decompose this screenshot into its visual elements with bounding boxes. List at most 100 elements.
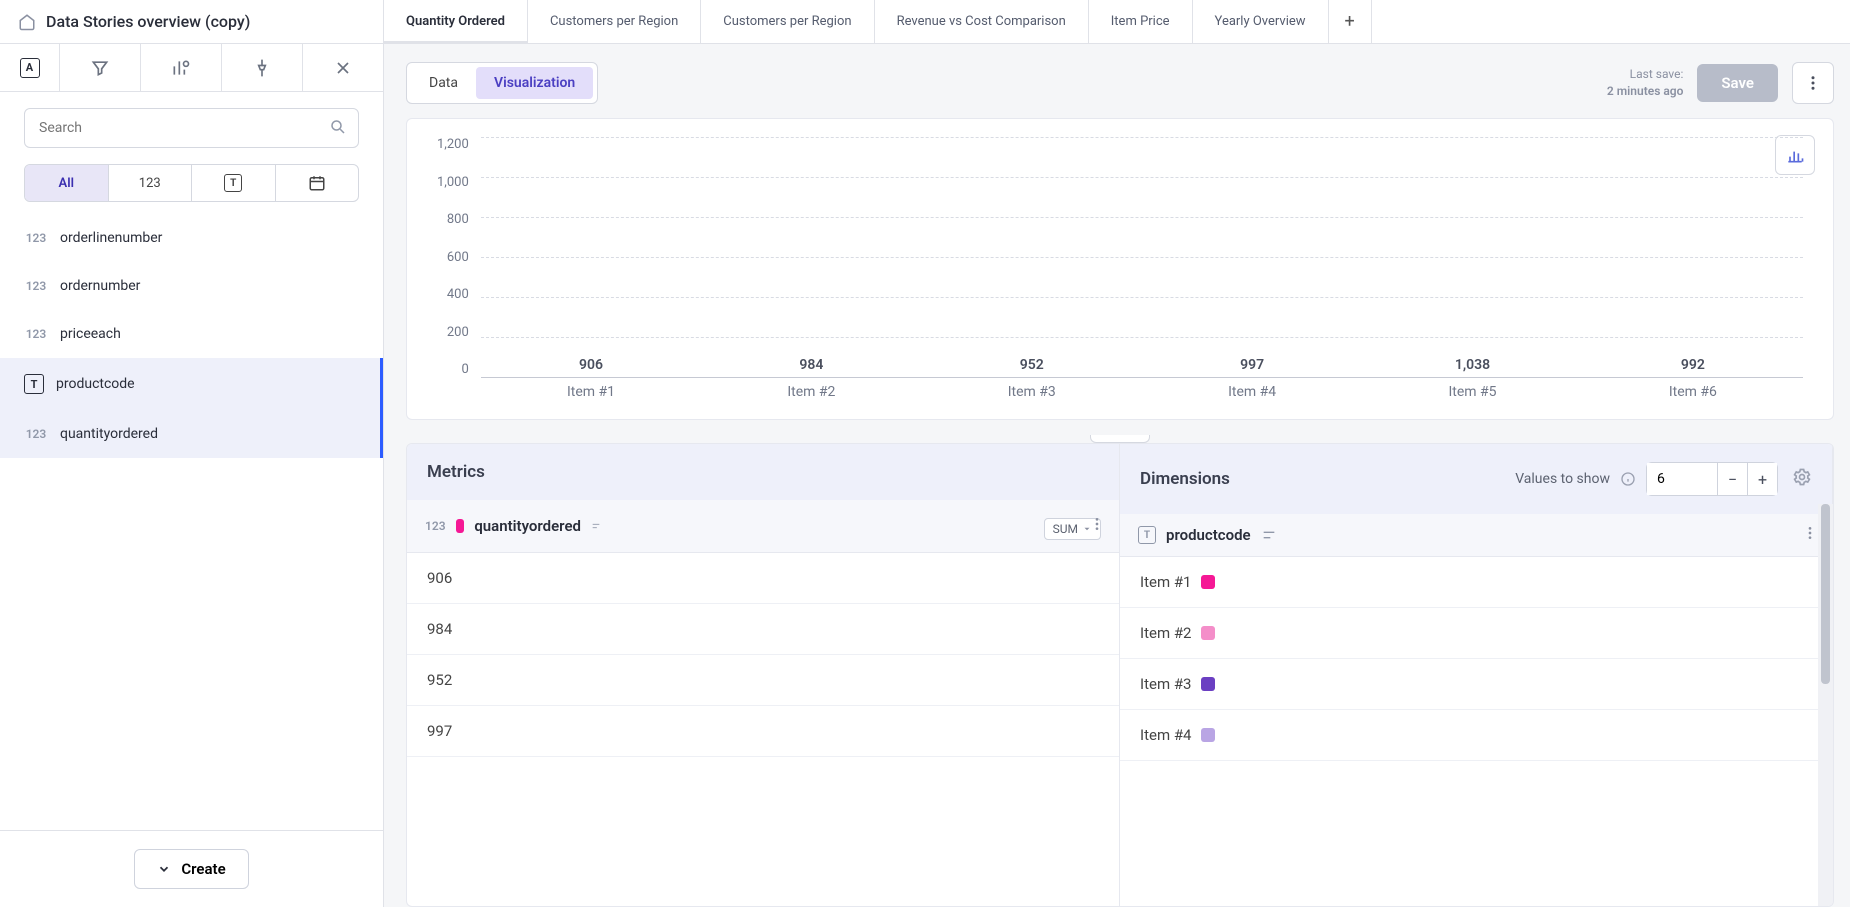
metrics-column: Metrics 123 quantityordered SUM <box>407 444 1120 906</box>
numeric-type-icon: 123 <box>24 231 48 245</box>
last-save-ago: 2 minutes ago <box>1607 83 1683 100</box>
tab[interactable]: Quantity Ordered <box>384 0 528 43</box>
type-filter-all[interactable]: All <box>25 165 109 201</box>
dimension-kebab[interactable] <box>1802 525 1818 545</box>
settings-lines-icon <box>1261 527 1277 543</box>
metric-value-row[interactable]: 952 <box>407 655 1119 706</box>
dimension-value-label: Item #3 <box>1140 675 1191 693</box>
tabs-row: Quantity OrderedCustomers per RegionCust… <box>384 0 1372 43</box>
field-item[interactable]: Tproductcode <box>0 358 383 410</box>
more-button[interactable] <box>1792 62 1834 104</box>
x-tick-label: Item #5 <box>1362 384 1582 400</box>
bar[interactable]: 997 <box>1142 357 1362 377</box>
save-button[interactable]: Save <box>1697 64 1778 102</box>
dimension-value-row[interactable]: Item #1 <box>1120 557 1832 608</box>
x-tick-label: Item #4 <box>1142 384 1362 400</box>
tab[interactable]: Yearly Overview <box>1193 0 1329 43</box>
mode-toggle: Data Visualization <box>406 62 598 104</box>
type-filter-numeric[interactable]: 123 <box>109 165 193 201</box>
x-axis-labels: Item #1Item #2Item #3Item #4Item #5Item … <box>481 377 1803 407</box>
content: Data Visualization Last save: 2 minutes … <box>384 44 1850 907</box>
dimension-field-row[interactable]: T productcode <box>1120 514 1832 557</box>
bar-value-label: 984 <box>799 357 823 373</box>
field-item[interactable]: 123 orderlinenumber <box>0 214 383 262</box>
metric-field-row[interactable]: 123 quantityordered SUM <box>407 500 1119 553</box>
stepper-decrease[interactable]: − <box>1717 463 1747 495</box>
bar[interactable]: 1,038 <box>1362 357 1582 377</box>
field-item[interactable]: 123priceeach <box>0 310 383 358</box>
mode-visualization-button[interactable]: Visualization <box>476 67 593 99</box>
tab[interactable]: Customers per Region <box>701 0 874 43</box>
mode-data-button[interactable]: Data <box>411 67 476 99</box>
field-name: productcode <box>56 376 135 392</box>
text-type-icon: T <box>24 374 44 394</box>
dimension-value-row[interactable]: Item #4 <box>1120 710 1832 761</box>
sidebar-toolbar: A <box>0 44 383 92</box>
stepper-increase[interactable]: + <box>1747 463 1777 495</box>
bar[interactable]: 952 <box>922 357 1142 377</box>
chart-settings-icon[interactable] <box>141 44 222 91</box>
search-input[interactable] <box>24 108 359 148</box>
bar[interactable]: 984 <box>701 357 921 377</box>
numeric-type-icon: 123 <box>24 279 48 293</box>
aggregation-label: SUM <box>1053 522 1078 536</box>
close-icon[interactable] <box>303 44 383 91</box>
tab[interactable]: Customers per Region <box>528 0 701 43</box>
field-name: quantityordered <box>60 426 158 442</box>
last-save-label: Last save: <box>1607 66 1683 83</box>
field-item[interactable]: 123 ordernumber <box>0 262 383 310</box>
filter-icon[interactable] <box>60 44 141 91</box>
bar-value-label: 997 <box>1240 357 1264 373</box>
pin-icon[interactable] <box>222 44 303 91</box>
resize-handle[interactable] <box>1090 435 1150 443</box>
x-tick-label: Item #3 <box>922 384 1142 400</box>
metrics-title: Metrics <box>427 462 485 482</box>
chart-plot: 1,2001,0008006004002000 906 984 952 997 1,03… <box>437 137 1803 407</box>
metric-color-swatch <box>456 519 465 533</box>
create-button[interactable]: Create <box>134 849 248 889</box>
topbar: Data Stories overview (copy) Quantity Or… <box>0 0 1850 44</box>
text-type-icon: T <box>1138 526 1156 544</box>
x-tick-label: Item #2 <box>701 384 921 400</box>
scrollbar[interactable] <box>1818 504 1833 906</box>
metric-value-row[interactable]: 984 <box>407 604 1119 655</box>
y-axis: 1,2001,0008006004002000 <box>437 137 481 407</box>
type-filter-text[interactable]: T <box>192 165 276 201</box>
gear-icon[interactable] <box>1792 467 1812 491</box>
content-topbar: Data Visualization Last save: 2 minutes … <box>406 62 1834 104</box>
chevron-down-icon <box>157 862 171 876</box>
sidebar-footer: Create <box>0 830 383 907</box>
field-item[interactable]: 123quantityordered <box>0 410 383 458</box>
data-panel: Metrics 123 quantityordered SUM <box>406 443 1834 907</box>
breadcrumb-title: Data Stories overview (copy) <box>46 12 250 31</box>
scrollbar-thumb[interactable] <box>1821 504 1830 684</box>
metrics-header: Metrics <box>407 444 1119 500</box>
bar[interactable]: 992 <box>1583 357 1803 377</box>
field-name: ordernumber <box>60 278 140 294</box>
add-tab-button[interactable]: + <box>1329 0 1372 43</box>
sidebar: A All 123 T 123 orderlinenumber 123 ordernu… <box>0 44 384 907</box>
breadcrumb[interactable]: Data Stories overview (copy) <box>0 0 384 43</box>
dimension-color-swatch <box>1201 728 1215 742</box>
tab[interactable]: Item Price <box>1089 0 1193 43</box>
values-input[interactable] <box>1647 463 1717 495</box>
metric-value-row[interactable]: 997 <box>407 706 1119 757</box>
bar[interactable]: 906 <box>481 357 701 377</box>
field-name: priceeach <box>60 326 121 342</box>
field-name: orderlinenumber <box>60 230 162 246</box>
tab[interactable]: Revenue vs Cost Comparison <box>875 0 1089 43</box>
dimension-value-label: Item #1 <box>1140 573 1191 591</box>
create-label: Create <box>181 860 225 878</box>
metric-values: 906984952997 <box>407 553 1119 757</box>
metric-kebab[interactable] <box>1089 516 1105 536</box>
info-icon[interactable] <box>1620 471 1636 487</box>
dimension-value-label: Item #2 <box>1140 624 1191 642</box>
letter-a-icon[interactable]: A <box>0 44 60 91</box>
bars-area: 906 984 952 997 1,038992 Item #1Item #2Item … <box>481 137 1803 407</box>
dimension-value-row[interactable]: Item #3 <box>1120 659 1832 710</box>
metric-value-row[interactable]: 906 <box>407 553 1119 604</box>
dimension-color-swatch <box>1201 575 1215 589</box>
dimension-value-row[interactable]: Item #2 <box>1120 608 1832 659</box>
type-filter-date[interactable] <box>276 165 359 201</box>
dimension-value-label: Item #4 <box>1140 726 1191 744</box>
